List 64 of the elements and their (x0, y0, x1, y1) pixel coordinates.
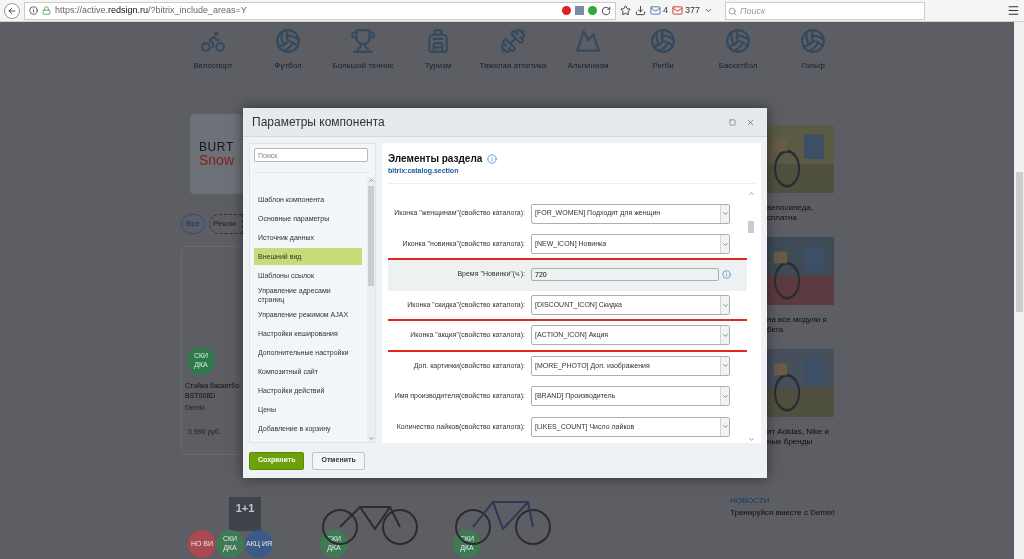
close-icon[interactable] (746, 117, 755, 127)
category-label: Туризм (424, 60, 452, 72)
chevron-down-icon[interactable] (720, 204, 729, 223)
promo-badge: 1+1 (229, 497, 261, 531)
gmail-button[interactable]: 377 (672, 3, 701, 18)
lock-icon (42, 6, 51, 15)
banner-text: Snow (199, 153, 236, 167)
back-icon (7, 5, 17, 16)
url-text: https://active.redsign.ru/?bitrix_include_areas=Y (55, 3, 247, 17)
category-label: Гольф (801, 60, 825, 72)
bicycle-icon (200, 28, 226, 54)
banner-text: BURT (199, 141, 235, 153)
trophy-icon (350, 28, 376, 54)
dumbbell-icon (500, 28, 526, 54)
category-label: Альпинизм (567, 60, 609, 72)
news-heading: НОВОСТИ (730, 495, 771, 507)
mail-button[interactable]: 4 (650, 3, 668, 18)
scroll-down-icon[interactable] (747, 436, 755, 443)
bookmark-icon[interactable] (620, 5, 631, 16)
news-text: ит Adidas, Nike и ные бренды (767, 427, 830, 447)
news-text: на все модули я бега (767, 315, 828, 335)
scrollbar-thumb[interactable] (748, 220, 754, 233)
ball-icon (650, 28, 676, 54)
category-label: Тяжелая атлетика (479, 60, 547, 72)
address-bar[interactable]: https://active.redsign.ru/?bitrix_include_areas=Y (24, 1, 616, 20)
scroll-up-icon[interactable] (747, 189, 755, 197)
download-icon[interactable] (635, 5, 646, 16)
backpack-icon (425, 28, 451, 54)
chevron-down-icon[interactable] (720, 235, 729, 254)
news-text: Тренируйся вместе с Demix! (730, 507, 836, 519)
chevron-down-icon[interactable] (720, 326, 729, 345)
search-icon (728, 6, 738, 16)
mountain-icon (575, 28, 601, 54)
dropdown-icon[interactable] (704, 6, 714, 15)
info-icon[interactable] (487, 153, 498, 164)
chevron-down-icon[interactable] (720, 387, 729, 406)
chevron-down-icon[interactable] (720, 356, 729, 375)
scrollbar-thumb[interactable] (368, 186, 374, 286)
ball-icon (725, 28, 751, 54)
ball-icon (800, 28, 826, 54)
section-heading: Элементы раздела (388, 152, 483, 166)
category-label: Баскетбол (718, 60, 758, 72)
ball-icon (275, 28, 301, 54)
category-label: Большой теннис (332, 60, 394, 72)
mail-icon (650, 5, 661, 16)
scroll-up-icon[interactable] (367, 177, 375, 184)
news-text: велосипеда, сплатна (767, 203, 814, 223)
category-label: Регби (652, 60, 674, 72)
scrollbar-thumb[interactable] (1015, 172, 1023, 312)
menu-icon[interactable] (1007, 4, 1020, 17)
dialog-title: Параметры компонента (252, 114, 386, 131)
info-icon[interactable] (722, 270, 731, 280)
scroll-down-icon[interactable] (367, 435, 375, 442)
page-scrollbar[interactable] (1014, 22, 1024, 559)
search-field[interactable]: Поиск (725, 1, 926, 20)
reload-icon[interactable] (601, 5, 611, 16)
category-label: Футбол (274, 60, 302, 72)
info-icon (29, 6, 38, 15)
maximize-icon[interactable] (729, 118, 736, 126)
chevron-down-icon[interactable] (720, 296, 729, 315)
category-label: Велоспорт (193, 60, 233, 72)
mail-icon (672, 5, 683, 16)
back-button[interactable] (4, 2, 20, 19)
chevron-down-icon[interactable] (720, 417, 729, 436)
